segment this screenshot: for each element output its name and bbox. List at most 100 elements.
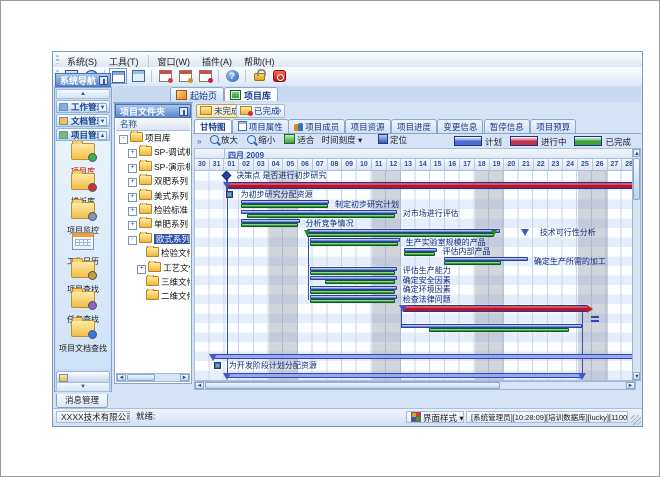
calendar-edit-button[interactable] [176, 68, 194, 84]
expand-icon[interactable]: + [128, 221, 137, 230]
scroll-thumb[interactable] [633, 158, 640, 200]
panel-toggle-button[interactable]: ▼ [98, 103, 107, 112]
gantt-tab-甘特图[interactable]: 甘特图 [194, 119, 232, 133]
pin-icon[interactable] [179, 107, 188, 116]
panel-toggle-button[interactable]: ▼ [98, 117, 107, 126]
exit-button[interactable] [270, 68, 288, 84]
scroll-right-arrow[interactable]: ► [180, 374, 189, 381]
summary-bar[interactable] [227, 373, 582, 378]
progress-bar[interactable] [307, 233, 494, 237]
scroll-right-arrow[interactable]: ► [626, 382, 635, 389]
summary-bar[interactable] [213, 354, 636, 359]
tab-起始页[interactable]: 起始页 [170, 87, 224, 101]
gantt-tab-项目资源[interactable]: 项目资源 [345, 119, 391, 133]
lock-button[interactable] [250, 68, 268, 84]
expand-icon[interactable]: + [128, 207, 137, 216]
gantt-tab-项目预算[interactable]: 项目预算 [530, 119, 576, 133]
progress-bar[interactable] [325, 280, 396, 284]
plan-bar[interactable] [307, 229, 500, 233]
tree-item-美式系列[interactable]: +美式系列 [116, 189, 190, 203]
progress-bar[interactable] [241, 223, 298, 227]
plan-bar[interactable] [404, 248, 436, 252]
expand-icon[interactable]: + [128, 193, 137, 202]
collapse-icon[interactable]: - [128, 236, 137, 245]
resize-grip[interactable] [631, 415, 641, 425]
progress-bar[interactable] [310, 242, 398, 246]
status-style-selector[interactable]: 界面样式 ▾ [406, 411, 464, 423]
tree-item-三维文件[interactable]: 三维文件 [116, 275, 190, 289]
tree-item-检验文件[interactable]: 检验文件 [116, 246, 190, 260]
progress-bar[interactable] [310, 290, 395, 294]
tree-item-项目库[interactable]: -项目库 [116, 131, 190, 145]
tree-item-检验标准[interactable]: +检验标准 [116, 203, 190, 217]
gantt-h-scrollbar[interactable]: ◄ ► [194, 381, 636, 390]
filter-overflow-chevron[interactable]: » [277, 106, 281, 115]
expand-icon[interactable]: + [128, 164, 137, 173]
sidebar-item-项目文档查找[interactable]: 项目文档查找 [56, 320, 110, 354]
gantt-tab-项目进度[interactable]: 项目进度 [391, 119, 437, 133]
progress-bar[interactable] [241, 204, 328, 208]
plan-bar[interactable] [241, 210, 397, 214]
tree-item-单肥系列[interactable]: +单肥系列 [116, 217, 190, 231]
gantt-tab-项目成员[interactable]: 项目成员 [288, 119, 345, 133]
gantt-chart[interactable]: 决策点 是否进行初步研究为初步研究分配资源制定初步研究计划对市场进行评估分析竞争… [194, 171, 636, 381]
plan-bar[interactable] [310, 286, 397, 290]
gantt-tool-放大[interactable]: 放大 [207, 134, 241, 148]
progress-bar[interactable] [429, 328, 569, 332]
tree-item-二维文件[interactable]: 二维文件 [116, 289, 190, 303]
gantt-tool-缩小[interactable]: 缩小 [244, 134, 278, 148]
progress-bar[interactable] [310, 299, 395, 303]
tree-item-欧式系列[interactable]: -欧式系列 [116, 232, 190, 246]
in-progress-summary-bar[interactable] [227, 182, 636, 189]
gantt-tab-项目属性[interactable]: 项目属性 [232, 119, 289, 133]
sidebar-scroll-down[interactable]: ▼ [56, 382, 110, 392]
milestone-marker[interactable] [221, 171, 231, 180]
help-button[interactable] [223, 68, 241, 84]
scroll-thumb[interactable] [127, 374, 155, 381]
gantt-v-scrollbar[interactable]: ▲ ▼ [632, 148, 641, 381]
menu-grip[interactable] [56, 55, 59, 64]
expand-icon[interactable]: + [128, 149, 137, 158]
tree-h-scrollbar[interactable]: ◄ ► [116, 373, 190, 382]
progress-bar[interactable] [404, 252, 435, 256]
progress-bar[interactable] [310, 271, 395, 275]
tab-项目库[interactable]: 项目库 [224, 87, 278, 101]
plan-bar[interactable] [310, 267, 397, 271]
sidebar-panel-工作管理[interactable]: 工作管理▼ [56, 100, 110, 113]
expand-icon[interactable]: + [128, 178, 137, 187]
scroll-down-arrow[interactable]: ▼ [633, 372, 640, 380]
pin-icon[interactable] [99, 76, 108, 85]
collapse-icon[interactable]: - [119, 135, 128, 144]
progress-bar[interactable] [247, 214, 396, 218]
gantt-tab-变更信息[interactable]: 变更信息 [437, 119, 483, 133]
scroll-up-arrow[interactable]: ▲ [633, 149, 640, 157]
window-button[interactable] [109, 68, 127, 84]
scroll-thumb[interactable] [205, 382, 500, 389]
in-progress-summary-bar[interactable] [403, 305, 587, 312]
calendar-new-button[interactable] [156, 68, 174, 84]
messages-tab[interactable]: 消息管理 [56, 394, 108, 408]
scroll-left-arrow[interactable]: ◄ [117, 374, 126, 381]
window-cascade-button[interactable] [129, 68, 147, 84]
gantt-tool-适合[interactable]: 适合 [281, 134, 317, 148]
sidebar-panel-文档管理[interactable]: 文档管理▼ [56, 114, 110, 127]
plan-bar[interactable] [401, 324, 582, 328]
tree-item-双肥系列[interactable]: +双肥系列 [116, 174, 190, 188]
sidebar-panel-项目管理[interactable]: 项目管理▲ [56, 128, 110, 141]
tree-item-SP-调试机系[interactable]: +SP-调试机系 [116, 145, 190, 159]
gantt-tool-定位[interactable]: 定位 [375, 134, 410, 148]
sidebar-scroll-up[interactable]: ▲ [56, 89, 110, 99]
gantt-tool-时间刻度[interactable]: 时间刻度 ▾ [319, 134, 366, 148]
gantt-tab-暂停信息[interactable]: 暂停信息 [484, 119, 530, 133]
calendar-delete-button[interactable] [196, 68, 214, 84]
tree-item-SP-演示机系[interactable]: +SP-演示机系 [116, 160, 190, 174]
toolbar-overflow-chevron[interactable]: » [197, 137, 201, 146]
scroll-left-arrow[interactable]: ◄ [195, 382, 204, 389]
expand-icon[interactable]: + [137, 265, 146, 274]
task-bar-small[interactable] [226, 191, 233, 198]
tree-column-header[interactable]: 名称 [116, 118, 190, 131]
panel-toggle-button[interactable]: ▲ [98, 131, 107, 140]
task-bar-small[interactable] [214, 362, 221, 369]
tree-item-工艺文件[interactable]: +工艺文件 [116, 261, 190, 275]
progress-bar[interactable] [444, 261, 501, 265]
